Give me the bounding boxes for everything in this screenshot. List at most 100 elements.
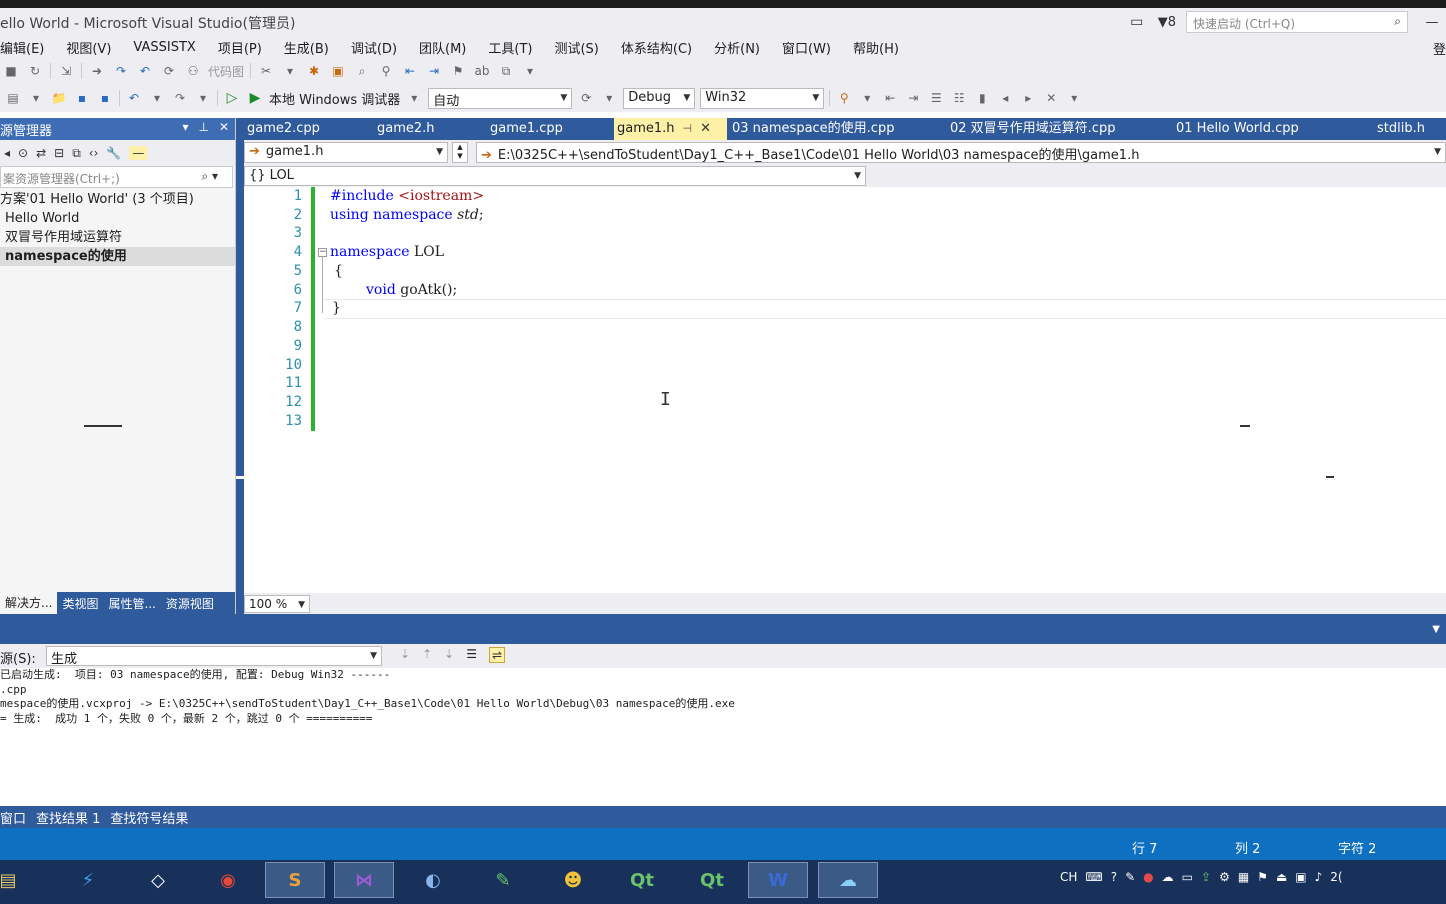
volume-icon[interactable]: ♪ — [1315, 870, 1323, 884]
tools-icon[interactable]: ✂ — [257, 62, 275, 80]
auto-combo[interactable]: 自动 ▼ — [428, 87, 573, 109]
tab-02-scope-cpp[interactable]: 02 双冒号作用域运算符.cpp — [947, 118, 1118, 140]
language-indicator[interactable]: CH — [1060, 870, 1077, 884]
bookmark-icon[interactable]: ▮ — [973, 89, 991, 107]
tab-game2-cpp[interactable]: game2.cpp — [244, 118, 323, 140]
notification-filter[interactable]: ▼8 — [1158, 15, 1176, 30]
prev-message-icon[interactable]: ⇡ — [422, 647, 432, 663]
bug-icon[interactable]: ✱ — [305, 62, 323, 80]
word-icon[interactable]: W — [748, 862, 808, 898]
uncomment-icon[interactable]: ☷ — [950, 89, 968, 107]
start-without-debug-icon[interactable]: ▷ — [223, 89, 241, 107]
pen-icon[interactable]: ✎ — [1125, 870, 1135, 884]
chat-icon[interactable]: ☻ — [543, 862, 603, 898]
code-icon[interactable]: ‹› — [89, 146, 99, 160]
menu-debug[interactable]: 调试(D) — [340, 38, 408, 57]
splitter[interactable] — [236, 118, 262, 614]
usb-icon[interactable]: ⏏ — [1276, 870, 1287, 884]
menu-project[interactable]: 项目(P) — [207, 38, 273, 57]
preview-icon[interactable]: — — [129, 146, 148, 160]
pin-icon[interactable]: ⊥ — [198, 120, 208, 134]
output-source-combo[interactable]: 生成 ▼ — [46, 646, 382, 667]
chrome-icon[interactable]: ◉ — [198, 862, 258, 898]
tab-find-results[interactable]: 查找结果 1 — [31, 808, 105, 827]
tab-03-namespace-cpp[interactable]: 03 namespace的使用.cpp — [729, 118, 897, 140]
minimize-button[interactable]: — — [1418, 15, 1446, 30]
menu-team[interactable]: 团队(M) — [408, 38, 477, 57]
find-icon[interactable]: ⌕ — [353, 62, 371, 80]
quick-launch-input[interactable]: 快速启动 (Ctrl+Q) ⌕ — [1186, 11, 1408, 33]
step-icon[interactable]: ⇲ — [57, 62, 75, 80]
tree-item-project-selected[interactable]: namespace的使用 — [0, 247, 235, 266]
menu-build[interactable]: 生成(B) — [273, 38, 340, 57]
tab-game2-h[interactable]: game2.h — [374, 118, 438, 140]
overflow-icon[interactable]: ▾ — [1065, 89, 1083, 107]
tab-resource-view[interactable]: 资源视图 — [161, 595, 219, 612]
menu-edit[interactable]: 编辑(E) — [0, 38, 55, 57]
sublime-icon[interactable]: S — [265, 862, 325, 898]
step-into-icon[interactable]: ➜ — [88, 62, 106, 80]
close-icon[interactable]: ✕ — [700, 121, 711, 136]
redo-dropdown-icon[interactable]: ▾ — [194, 89, 212, 107]
feedback-icon[interactable]: ▭ — [1126, 14, 1148, 30]
run-dropdown-icon[interactable]: ▾ — [405, 89, 423, 107]
undo-icon[interactable]: ↶ — [125, 89, 143, 107]
code-map-label[interactable]: 代码图 — [208, 63, 244, 80]
tab-stdlib-h[interactable]: stdlib.h — [1374, 118, 1428, 140]
menu-tools[interactable]: 工具(T) — [477, 38, 543, 57]
copy-icon[interactable]: ⧉ — [72, 146, 81, 161]
menu-architecture[interactable]: 体系结构(C) — [610, 38, 703, 57]
sync-icon[interactable]: ⇄ — [36, 146, 46, 160]
memory-icon[interactable]: ▦ — [1238, 870, 1249, 884]
clear-all-icon[interactable]: ☰ — [466, 647, 477, 663]
pin-icon[interactable]: ⊣ — [683, 122, 693, 135]
cloud-icon[interactable]: ☁ — [1162, 870, 1174, 884]
menu-window[interactable]: 窗口(W) — [771, 38, 842, 57]
menu-view[interactable]: 视图(V) — [55, 38, 122, 57]
tree-item-project[interactable]: 双冒号作用域运算符 — [0, 228, 235, 247]
code-editor[interactable]: 1 2 3 4 5 6 7 8 9 10 11 12 13 − #include… — [244, 187, 1446, 593]
tree-item-solution[interactable]: 方案'01 Hello World' (3 个项目) — [0, 190, 235, 209]
code-map-icon[interactable]: ⚇ — [184, 62, 202, 80]
abc-icon[interactable]: ab — [473, 62, 491, 80]
dropdown-icon[interactable]: ▾ — [281, 62, 299, 80]
save-all-icon[interactable]: ▪ — [96, 89, 114, 107]
nav-spinner[interactable]: ▲ ▼ — [452, 142, 468, 163]
qt-icon[interactable]: Qt — [612, 862, 672, 898]
menu-vassistx[interactable]: VASSISTX — [122, 40, 206, 55]
close-icon[interactable]: ✕ — [219, 120, 229, 134]
bookmark-icon[interactable]: ⚑ — [449, 62, 467, 80]
word-wrap-icon[interactable]: ⇌ — [488, 647, 506, 663]
tab-game1-h[interactable]: game1.h ⊣ ✕ — [614, 118, 727, 140]
open-folder-icon[interactable]: 📁 — [50, 89, 68, 107]
antivirus-icon[interactable]: ● — [1143, 870, 1153, 884]
redo-icon[interactable]: ↷ — [171, 89, 189, 107]
network-icon[interactable]: ⚙ — [1219, 870, 1230, 884]
step-out-icon[interactable]: ↶ — [136, 62, 154, 80]
forward-icon[interactable]: ⇥ — [425, 62, 443, 80]
file-explorer-icon[interactable]: ▤ — [0, 862, 38, 898]
tab-find-symbol-results[interactable]: 查找符号结果 — [105, 808, 193, 827]
layout-icon[interactable]: ⧉ — [497, 62, 515, 80]
undo-dropdown-icon[interactable]: ▾ — [148, 89, 166, 107]
output-pane[interactable]: 已启动生成: 项目: 03 namespace的使用, 配置: Debug Wi… — [0, 668, 1446, 806]
scope-combo[interactable]: {} LOL ▼ — [244, 166, 866, 186]
back-icon[interactable]: ⇤ — [401, 62, 419, 80]
collapse-icon[interactable]: ⊟ — [54, 146, 64, 160]
path-combo[interactable]: ➔ E:\0325C++\sendToStudent\Day1_C++_Base1… — [476, 142, 1446, 163]
dropdown-icon[interactable]: ▾ — [858, 89, 876, 107]
flag-icon[interactable]: ⚑ — [1257, 870, 1268, 884]
properties-icon[interactable]: 🔧 — [106, 146, 121, 160]
prev-bookmark-icon[interactable]: ◂ — [996, 89, 1014, 107]
evernote-icon[interactable]: ✎ — [473, 862, 533, 898]
comment-icon[interactable]: ☰ — [927, 89, 945, 107]
monitor-icon[interactable]: ▣ — [1295, 870, 1306, 884]
zoom-combo[interactable]: 100 % ▼ — [244, 595, 310, 613]
start-debug-icon[interactable]: ▶ — [246, 89, 264, 107]
step-over-icon[interactable]: ↷ — [112, 62, 130, 80]
tab-solution-explorer[interactable]: 解决方... — [0, 592, 58, 614]
collapse-icon[interactable]: − — [318, 248, 327, 257]
unity-icon[interactable]: ◇ — [128, 862, 188, 898]
thunder-icon[interactable]: ⚡ — [58, 862, 118, 898]
display-icon[interactable]: ▭ — [1182, 870, 1193, 884]
